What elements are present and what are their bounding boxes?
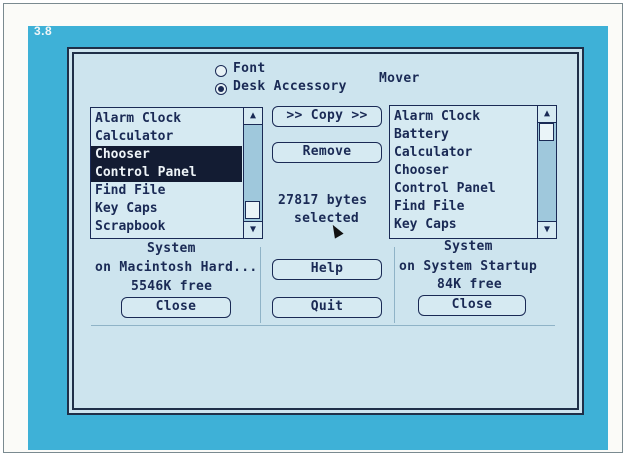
left-free-space: 5546K free [131,279,213,294]
list-item[interactable]: Key Caps [390,216,536,234]
list-item[interactable]: Battery [390,126,536,144]
right-list[interactable]: Alarm Clock Battery Calculator Chooser C… [389,105,557,239]
list-item[interactable]: Chooser [390,162,536,180]
bottom-divider [91,325,555,326]
right-file-name: System [444,239,493,254]
list-item[interactable]: Find File [91,182,242,200]
scroll-up-arrow-icon[interactable]: ▲ [538,106,556,123]
right-free-space: 84K free [437,277,503,292]
close-left-button[interactable]: Close [121,297,231,318]
left-file-location: on Macintosh Hard... [95,260,258,275]
list-item[interactable]: Alarm Clock [91,110,242,128]
scroll-thumb[interactable] [539,123,554,141]
scroll-down-arrow-icon[interactable]: ▼ [244,221,262,238]
right-file-location: on System Startup [399,259,538,274]
dialog-title: Mover [379,71,420,86]
list-item-selected[interactable]: Control Panel [91,164,242,182]
right-scrollbar[interactable]: ▲ ▼ [537,106,556,238]
list-item[interactable]: Key Caps [91,200,242,218]
help-button[interactable]: Help [272,259,382,280]
font-da-mover-dialog: Font Desk Accessory Mover Alarm Clock Ca… [67,47,584,415]
quit-button[interactable]: Quit [272,297,382,318]
list-item-selected[interactable]: Chooser [91,146,242,164]
figure-label: 3.8 [34,24,53,38]
scroll-up-arrow-icon[interactable]: ▲ [244,108,262,125]
list-item[interactable]: Alarm Clock [390,108,536,126]
desk-accessory-radio-label[interactable]: Desk Accessory [233,79,347,94]
list-item[interactable]: Calculator [91,128,242,146]
font-radio[interactable] [215,65,227,77]
scroll-thumb[interactable] [245,201,260,219]
list-item[interactable]: Calculator [390,144,536,162]
left-list[interactable]: Alarm Clock Calculator Chooser Control P… [90,107,263,239]
list-item[interactable]: Scrapbook [91,218,242,236]
selection-bytes: 27817 bytes [278,193,368,208]
copy-button[interactable]: >> Copy >> [272,106,382,127]
left-divider [260,247,261,323]
list-item[interactable]: Control Panel [390,180,536,198]
left-scrollbar[interactable]: ▲ ▼ [243,108,262,238]
desk-accessory-radio[interactable] [215,83,227,95]
remove-button[interactable]: Remove [272,142,382,163]
left-file-name: System [147,241,196,256]
scroll-down-arrow-icon[interactable]: ▼ [538,221,556,238]
list-item[interactable]: Find File [390,198,536,216]
font-radio-label[interactable]: Font [233,61,266,76]
close-right-button[interactable]: Close [418,295,526,316]
right-divider [394,247,395,323]
selection-label: selected [294,211,360,226]
